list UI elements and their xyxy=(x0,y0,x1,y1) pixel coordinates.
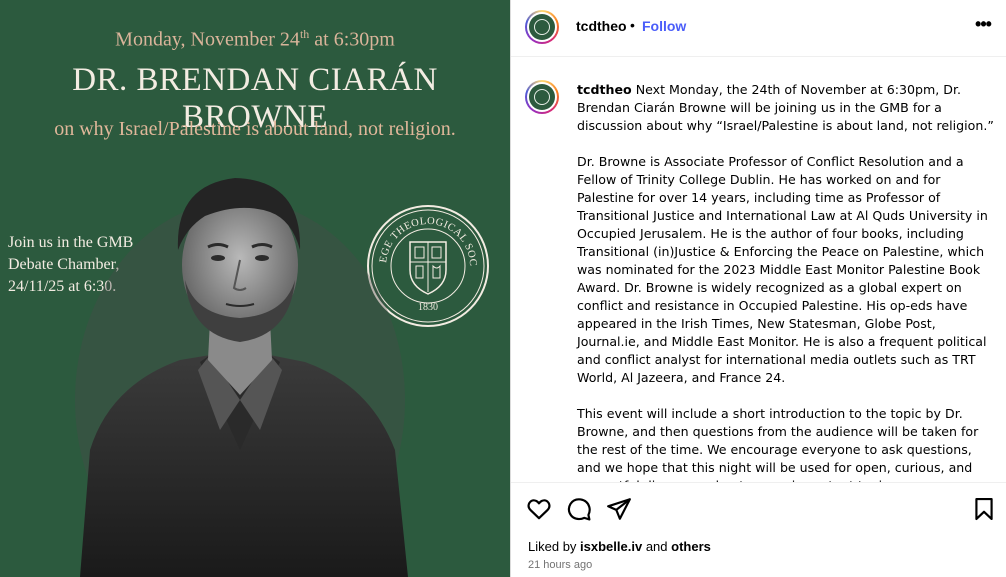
caption-username-link[interactable]: tcdtheo xyxy=(577,82,632,97)
post-caption: tcdtheo Next Monday, the 24th of Novembe… xyxy=(577,81,997,482)
more-options-icon[interactable]: ••• xyxy=(973,14,993,38)
poster-topic: on why Israel/Palestine is about land, n… xyxy=(54,118,456,140)
caption-scroll-area[interactable]: tcdtheo Next Monday, the 24th of Novembe… xyxy=(511,58,1006,482)
caption-paragraph-1: tcdtheo Next Monday, the 24th of Novembe… xyxy=(577,82,994,133)
caption-paragraph-2: Dr. Browne is Associate Professor of Con… xyxy=(577,154,988,385)
heart-icon[interactable] xyxy=(526,496,552,522)
header-username-link[interactable]: tcdtheo xyxy=(576,18,627,34)
svg-text:1830: 1830 xyxy=(418,302,438,313)
follow-button[interactable]: Follow xyxy=(642,18,686,34)
post-timestamp[interactable]: 21 hours ago xyxy=(528,559,592,571)
bookmark-icon[interactable] xyxy=(971,496,997,522)
comment-icon[interactable] xyxy=(566,496,592,522)
post-header: tcdtheo • Follow ••• xyxy=(511,0,1006,57)
liked-others-link[interactable]: others xyxy=(671,539,711,554)
liked-user-link[interactable]: isxbelle.iv xyxy=(580,539,642,554)
poster-date: Monday, November 24th at 6:30pm xyxy=(115,27,395,51)
post-actions: Liked by isxbelle.iv and others 21 hours… xyxy=(511,482,1006,577)
caption-avatar[interactable] xyxy=(525,80,559,114)
avatar[interactable] xyxy=(525,10,559,44)
post-image[interactable]: Monday, November 24th at 6:30pm DR. BREN… xyxy=(0,0,510,577)
liked-by-text: Liked by isxbelle.iv and others xyxy=(528,539,711,554)
separator-dot: • xyxy=(630,17,635,33)
post-panel: tcdtheo • Follow ••• tcdtheo Next Monday… xyxy=(510,0,1006,577)
share-icon[interactable] xyxy=(606,496,632,522)
speaker-portrait-photo xyxy=(75,178,408,577)
caption-paragraph-3: This event will include a short introduc… xyxy=(577,406,979,482)
